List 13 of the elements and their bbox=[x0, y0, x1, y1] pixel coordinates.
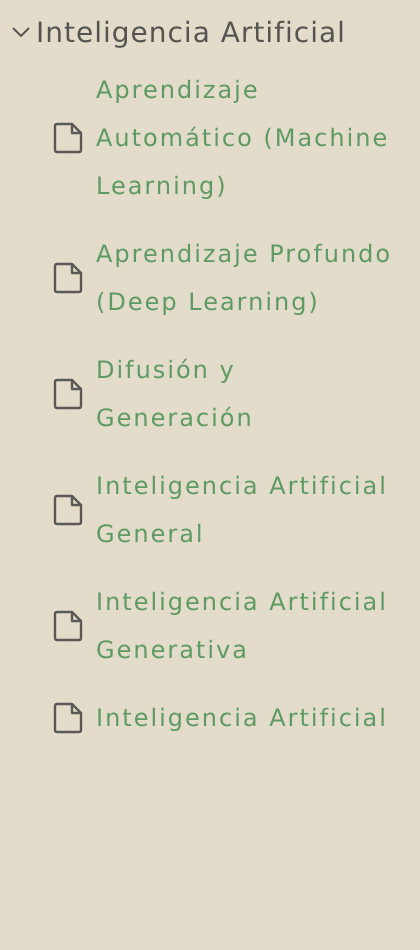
document-icon bbox=[52, 122, 84, 154]
page-link[interactable]: Inteligencia Artificial bbox=[96, 694, 396, 742]
document-icon bbox=[52, 610, 84, 642]
folder-title[interactable]: Inteligencia Artificial bbox=[36, 16, 346, 48]
page-link[interactable]: Difusión y Generación bbox=[96, 346, 396, 442]
page-link[interactable]: Aprendizaje Automático (Machine Learning) bbox=[96, 66, 396, 210]
document-icon bbox=[52, 494, 84, 526]
document-icon bbox=[52, 378, 84, 410]
document-icon bbox=[52, 262, 84, 294]
document-icon bbox=[52, 702, 84, 734]
page-link[interactable]: Aprendizaje Profundo (Deep Learning) bbox=[96, 230, 396, 326]
page-link[interactable]: Inteligencia Artificial General bbox=[96, 462, 396, 558]
page-link[interactable]: Inteligencia Artificial Generativa bbox=[96, 578, 396, 674]
